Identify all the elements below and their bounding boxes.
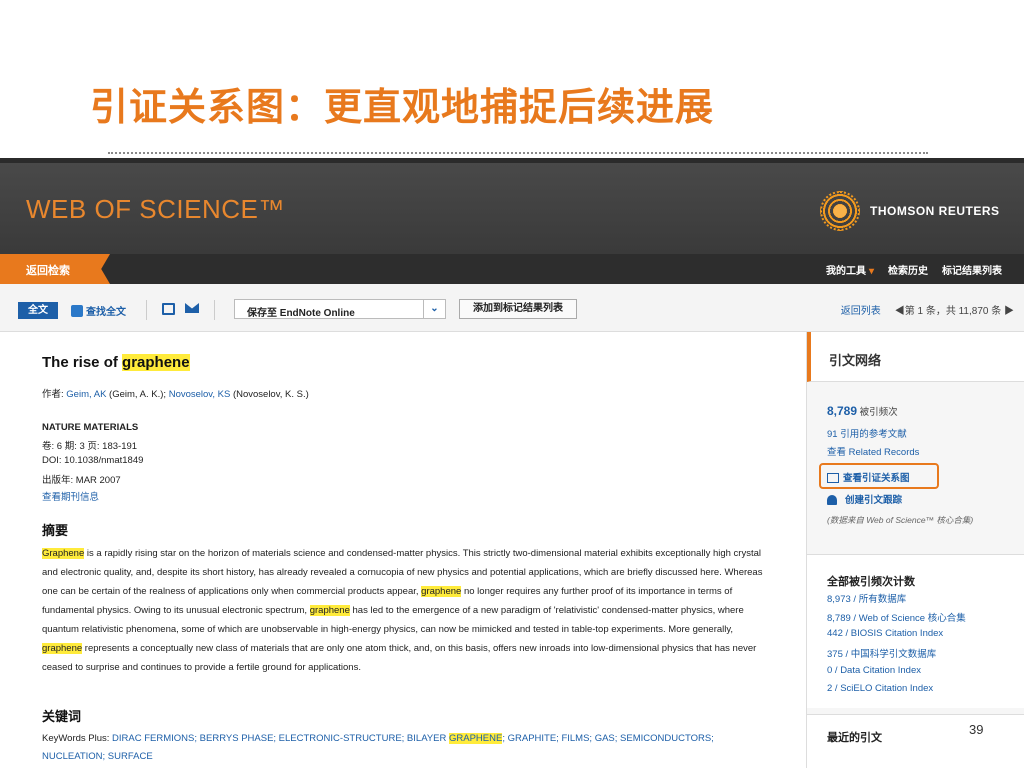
highlighted-term: graphene [421,586,462,597]
record-position[interactable]: ◀第 1 条，共 11,870 条 ▶ [895,302,1014,317]
citation-map-label: 查看引证关系图 [843,473,910,484]
doi-line: DOI: 10.1038/nmat1849 [42,455,144,466]
count-row[interactable]: 8,973 / 所有数据库 [827,591,906,605]
times-cited-count: 8,789 [827,404,858,418]
nav-links: 我的工具 ▾ 检索历史 标记结果列表 [826,262,1002,277]
record-title-text: The rise of [42,354,123,371]
times-cited-label: 被引频次 [859,407,898,418]
highlighted-term: graphene [309,605,350,616]
presentation-slide: 引证关系图：更直观地捕捉后续进展 WEB OF SCIENCE™ THOMSON… [0,0,1024,768]
author-full-name: (Geim, A. K.); [106,389,169,400]
count-row[interactable]: 442 / BIOSIS Citation Index [827,628,943,639]
bell-icon [827,495,837,506]
highlighted-term[interactable]: GRAPHENE [449,733,503,744]
keywords-text: KeyWords Plus: DIRAC FERMIONS; BERRYS PH… [42,730,742,766]
citation-network-sidebar: 引文网络 8,789 被引频次 91 引用的参考文献 查看 Related Re… [806,332,1024,768]
full-text-icon [71,304,83,317]
header-top-strip [0,158,1024,163]
caret-down-icon: ▾ [868,266,874,277]
record-pager: 返回列表 ◀第 1 条，共 11,870 条 ▶ [841,302,1014,317]
abstract-text: Graphene is a rapidly rising star on the… [42,544,772,677]
keywords-heading: 关键词 [42,709,82,724]
print-button[interactable] [162,303,175,315]
recent-citations-box: 最近的引文 [807,714,1024,768]
citation-map-icon [827,473,839,484]
highlighted-term: graphene [42,643,83,654]
nav-search-history[interactable]: 检索历史 [888,262,928,277]
thomson-reuters-text: THOMSON REUTERS [870,204,1000,218]
create-citation-alert-label: 创建引文跟踪 [845,495,903,506]
author-link[interactable]: Novoselov, KS [169,389,231,400]
authors-line: 作者: Geim, AK (Geim, A. K.); Novoselov, K… [42,386,309,400]
author-full-name: (Novoselov, K. S.) [230,389,309,400]
add-to-marked-list-button[interactable]: 添加到标记结果列表 [459,299,577,319]
print-icon [162,303,175,315]
highlighted-term: graphene [122,354,190,371]
record-title: The rise of graphene [42,354,190,371]
data-source-note: (数据来自 Web of Science™ 核心合集) [827,515,974,525]
find-full-text-link[interactable]: 查找全文 [71,303,126,318]
slide-title: 引证关系图：更直观地捕捉后续进展 [90,85,715,129]
publication-date: 出版年: MAR 2007 [42,475,121,486]
nav-marked-list[interactable]: 标记结果列表 [942,262,1002,277]
find-full-text-label: 查找全文 [86,307,126,318]
journal-name: NATURE MATERIALS [42,422,139,433]
full-text-button[interactable]: 全文 [18,302,58,319]
count-row[interactable]: 375 / 中国科学引文数据库 [827,646,936,660]
thomson-reuters-logo: THOMSON REUTERS [820,191,1000,231]
email-button[interactable] [185,303,199,313]
keyword-links[interactable]: DIRAC FERMIONS; BERRYS PHASE; ELECTRONIC… [112,733,449,744]
citation-map-link[interactable]: 查看引证关系图 [827,470,910,484]
create-citation-alert-link[interactable]: 创建引文跟踪 [827,492,902,506]
nav-my-tools[interactable]: 我的工具 ▾ [826,262,874,277]
times-cited-row[interactable]: 8,789 被引频次 [827,404,898,418]
abstract-heading: 摘要 [42,523,69,538]
toolbar-separator [214,300,215,320]
wos-logo[interactable]: WEB OF SCIENCE™ [26,194,285,225]
count-row[interactable]: 8,789 / Web of Science 核心合集 [827,610,966,624]
recent-citations-heading: 最近的引文 [827,732,882,744]
related-records-link[interactable]: 查看 Related Records [827,444,919,458]
all-times-cited-box: 全部被引频次计数 8,973 / 所有数据库 8,789 / Web of Sc… [807,554,1024,708]
web-of-science-screenshot: WEB OF SCIENCE™ THOMSON REUTERS 返回检索 我的工… [0,158,1024,768]
nav-bar: 返回检索 我的工具 ▾ 检索历史 标记结果列表 [0,254,1024,284]
citation-network-heading: 引文网络 [807,332,1024,382]
all-times-cited-heading: 全部被引频次计数 [827,576,915,588]
globe-icon [820,191,860,231]
slide-page-number: 39 [969,722,984,737]
wos-header: WEB OF SCIENCE™ THOMSON REUTERS [0,158,1024,254]
author-link[interactable]: Geim, AK [66,389,106,400]
back-to-list-link[interactable]: 返回列表 [841,302,881,317]
highlighted-term: Graphene [42,548,85,559]
toolbar-separator [146,300,147,320]
chevron-down-icon: ⌄ [423,300,445,318]
volume-issue-pages: 卷: 6 期: 3 页: 183-191 [42,441,138,452]
save-to-select[interactable]: 保存至 EndNote Online ⌄ [234,299,446,319]
save-to-select-value: 保存至 EndNote Online [247,308,355,319]
count-row[interactable]: 2 / SciELO Citation Index [827,683,933,694]
back-to-search-tab[interactable]: 返回检索 [0,254,110,284]
keywords-label: KeyWords Plus: [42,733,113,744]
count-row[interactable]: 0 / Data Citation Index [827,665,921,676]
nav-my-tools-label: 我的工具 [825,266,866,277]
cited-references-link[interactable]: 91 引用的参考文献 [827,426,907,440]
journal-info-link[interactable]: 查看期刊信息 [42,492,99,503]
authors-label: 作者: [42,389,67,400]
email-icon [185,303,199,313]
record-toolbar: 全文 查找全文 保存至 EndNote Online ⌄ 添加到标记结果列表 返… [0,284,1024,332]
title-divider [108,152,928,154]
journal-info-link-row: 查看期刊信息 [42,489,99,503]
record-main: The rise of graphene 作者: Geim, AK (Geim,… [0,332,806,768]
abstract-segment: represents a conceptually new class of m… [42,643,757,673]
